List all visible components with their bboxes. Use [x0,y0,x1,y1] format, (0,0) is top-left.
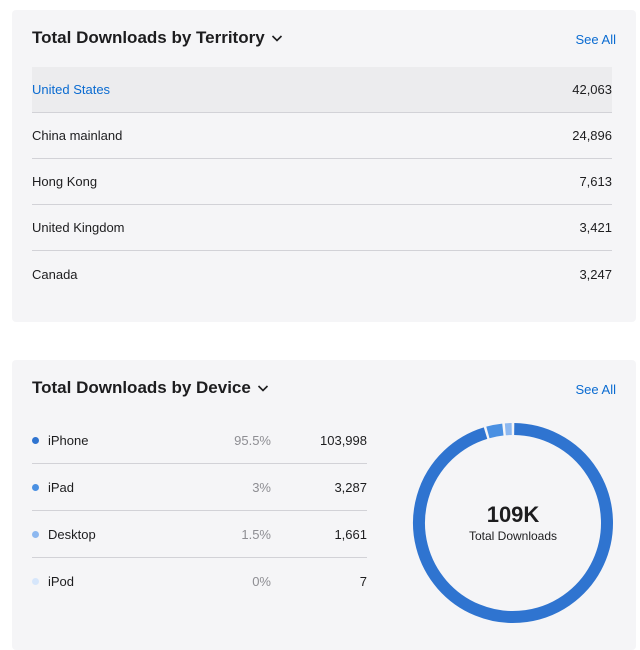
device-row-desktop[interactable]: Desktop 1.5% 1,661 [32,511,367,558]
device-card: Total Downloads by Device See All iPhone… [12,360,636,650]
territory-title-dropdown[interactable]: Total Downloads by Territory [32,28,283,48]
device-percent: 0% [188,574,271,589]
territory-list: United States 42,063 China mainland 24,8… [32,67,612,297]
legend-dot-icon [32,578,39,585]
device-row-iphone[interactable]: iPhone 95.5% 103,998 [32,417,367,464]
territory-see-all-link[interactable]: See All [576,32,616,47]
downloads-donut-chart[interactable] [412,422,614,624]
territory-name: United Kingdom [32,220,125,235]
device-percent: 3% [188,480,271,495]
device-name: iPod [48,574,188,589]
device-row-ipad[interactable]: iPad 3% 3,287 [32,464,367,511]
legend-dot-icon [32,484,39,491]
territory-value: 42,063 [572,82,612,97]
territory-row-hong-kong[interactable]: Hong Kong 7,613 [32,159,612,205]
chevron-down-icon [257,382,269,394]
device-count: 3,287 [271,480,367,495]
donut-segment-iphone[interactable] [419,429,607,617]
territory-value: 3,421 [579,220,612,235]
device-count: 103,998 [271,433,367,448]
device-count: 1,661 [271,527,367,542]
device-title: Total Downloads by Device [32,378,251,398]
territory-value: 24,896 [572,128,612,143]
device-list: iPhone 95.5% 103,998 iPad 3% 3,287 Deskt… [32,417,367,605]
device-percent: 95.5% [188,433,271,448]
device-name: iPhone [48,433,188,448]
territory-row-china-mainland[interactable]: China mainland 24,896 [32,113,612,159]
territory-row-united-kingdom[interactable]: United Kingdom 3,421 [32,205,612,251]
territory-card: Total Downloads by Territory See All Uni… [12,10,636,322]
device-row-ipod[interactable]: iPod 0% 7 [32,558,367,605]
territory-name: United States [32,82,110,97]
device-count: 7 [271,574,367,589]
territory-name: Canada [32,267,78,282]
territory-title: Total Downloads by Territory [32,28,265,48]
territory-row-united-states[interactable]: United States 42,063 [32,67,612,113]
legend-dot-icon [32,531,39,538]
device-name: Desktop [48,527,188,542]
donut-segment-ipad[interactable] [488,430,503,433]
territory-value: 7,613 [579,174,612,189]
territory-name: Hong Kong [32,174,97,189]
device-title-dropdown[interactable]: Total Downloads by Device [32,378,269,398]
territory-name: China mainland [32,128,122,143]
territory-value: 3,247 [579,267,612,282]
device-name: iPad [48,480,188,495]
chevron-down-icon [271,32,283,44]
device-see-all-link[interactable]: See All [576,382,616,397]
device-percent: 1.5% [188,527,271,542]
legend-dot-icon [32,437,39,444]
territory-row-canada[interactable]: Canada 3,247 [32,251,612,297]
